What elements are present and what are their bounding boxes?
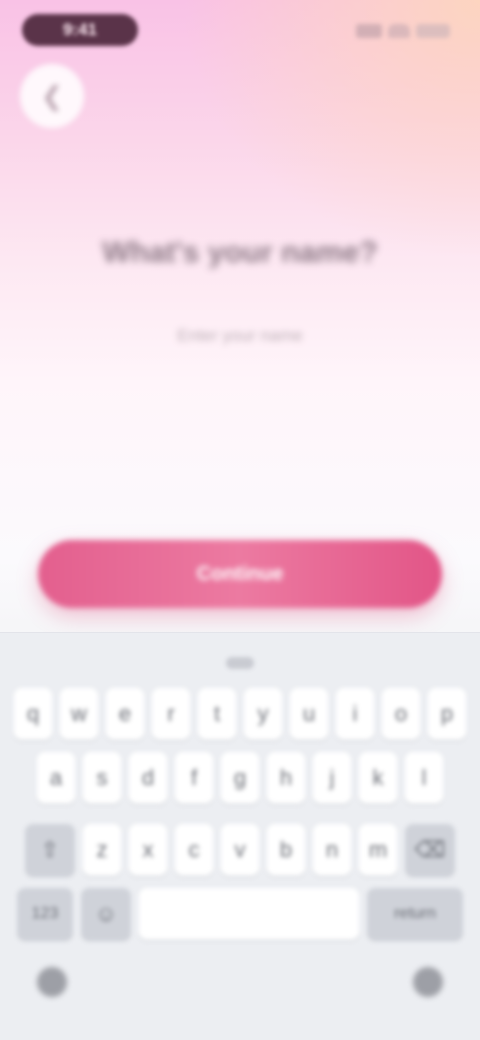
continue-button[interactable]: Continue [38, 540, 442, 608]
backspace-icon: ⌫ [414, 837, 446, 862]
key-l[interactable]: l [405, 752, 443, 804]
wifi-icon [388, 24, 410, 38]
key-f[interactable]: f [175, 752, 213, 804]
keyboard-row-4: 123 ☺ return [0, 888, 480, 940]
key-a[interactable]: a [37, 752, 75, 804]
return-key[interactable]: return [367, 888, 463, 940]
globe-button[interactable] [30, 960, 74, 1004]
page-title: What's your name? [102, 236, 378, 269]
delete-key[interactable]: ⌫ [405, 824, 455, 876]
key-o[interactable]: o [382, 688, 420, 740]
chevron-left-icon: ❮ [41, 81, 63, 111]
key-q[interactable]: q [14, 688, 52, 740]
key-t[interactable]: t [198, 688, 236, 740]
key-k[interactable]: k [359, 752, 397, 804]
microphone-button[interactable] [406, 960, 450, 1004]
microphone-icon [413, 967, 443, 997]
numbers-key[interactable]: 123 [17, 888, 73, 940]
name-input[interactable] [60, 420, 420, 462]
keyboard-suggestion-handle [226, 657, 254, 669]
key-p[interactable]: p [428, 688, 466, 740]
key-c[interactable]: c [175, 824, 213, 876]
key-g[interactable]: g [221, 752, 259, 804]
space-key[interactable] [139, 888, 359, 940]
back-button[interactable]: ❮ [20, 64, 84, 128]
key-m[interactable]: m [359, 824, 397, 876]
emoji-key[interactable]: ☺ [81, 888, 131, 940]
status-time: 9:41 [22, 14, 138, 46]
key-s[interactable]: s [83, 752, 121, 804]
key-b[interactable]: b [267, 824, 305, 876]
key-i[interactable]: i [336, 688, 374, 740]
key-v[interactable]: v [221, 824, 259, 876]
key-e[interactable]: e [106, 688, 144, 740]
shift-icon: ⇧ [40, 837, 60, 862]
signal-icon [356, 24, 382, 38]
key-n[interactable]: n [313, 824, 351, 876]
battery-icon [416, 24, 450, 38]
emoji-icon: ☺ [94, 901, 118, 926]
keyboard-row-1: q w e r t y u i o p [0, 688, 480, 740]
key-r[interactable]: r [152, 688, 190, 740]
globe-icon [37, 967, 67, 997]
key-d[interactable]: d [129, 752, 167, 804]
key-w[interactable]: w [60, 688, 98, 740]
key-u[interactable]: u [290, 688, 328, 740]
key-x[interactable]: x [129, 824, 167, 876]
key-h[interactable]: h [267, 752, 305, 804]
key-j[interactable]: j [313, 752, 351, 804]
status-icons [354, 22, 450, 40]
key-y[interactable]: y [244, 688, 282, 740]
keyboard-row-3: ⇧ z x c v b n m ⌫ [0, 824, 480, 876]
shift-key[interactable]: ⇧ [25, 824, 75, 876]
status-bar: 9:41 [0, 0, 480, 56]
keyboard-row-2: a s d f g h j k l [0, 752, 480, 804]
key-z[interactable]: z [83, 824, 121, 876]
page-subtitle: Enter your name [177, 326, 303, 345]
